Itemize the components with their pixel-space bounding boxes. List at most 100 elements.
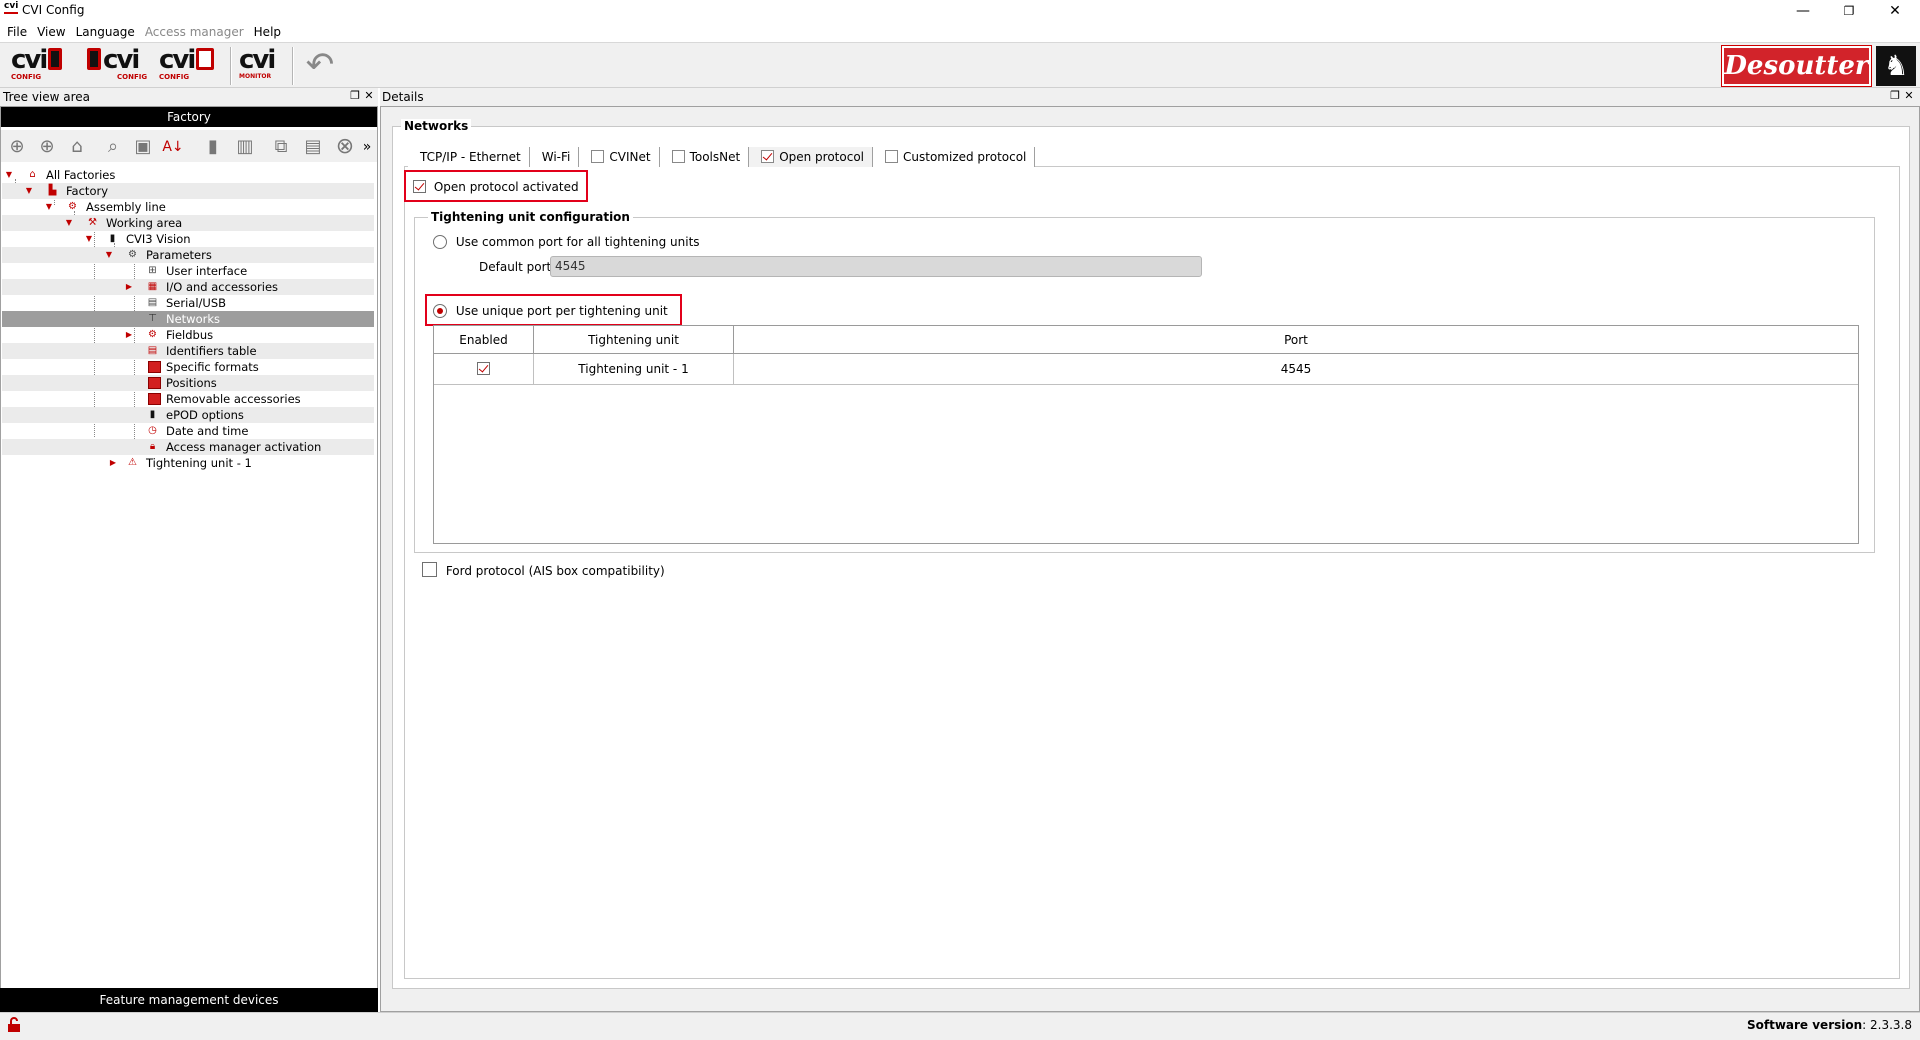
tree-item-factory[interactable]: ▼ ▙ Factory xyxy=(2,183,374,199)
sort-az-icon[interactable]: A↓ xyxy=(160,134,186,160)
open-protocol-activated-row[interactable]: Open protocol activated xyxy=(413,180,579,194)
horse-logo-icon: ♞ xyxy=(1876,46,1916,86)
tab-customized-protocol[interactable]: Customized protocol xyxy=(873,147,1036,167)
collapse-icon[interactable]: ▼ xyxy=(84,231,94,247)
collapse-icon[interactable]: ▼ xyxy=(44,199,54,215)
home-icon: ⌂ xyxy=(29,169,36,180)
tree-item-working-area[interactable]: ▼ ⚒ Working area xyxy=(2,215,374,231)
tree-item-removable-accessories[interactable]: Removable accessories xyxy=(2,391,374,407)
tree-item-assembly-line[interactable]: ▼ ⚙ Assembly line xyxy=(2,199,374,215)
menu-view[interactable]: View xyxy=(37,25,65,39)
details-close-icon[interactable]: ✕ xyxy=(1902,89,1916,103)
port-cell[interactable]: 4545 xyxy=(734,354,1858,385)
menu-file[interactable]: File xyxy=(7,25,27,39)
expand-icon[interactable]: ▶ xyxy=(124,279,134,295)
column-header-tightening-unit[interactable]: Tightening unit xyxy=(534,326,734,354)
feature-management-bar[interactable]: Feature management devices xyxy=(0,988,378,1012)
column-header-port[interactable]: Port xyxy=(734,326,1858,354)
menu-access-manager[interactable]: Access manager xyxy=(145,25,244,39)
tree-item-epod-options[interactable]: ▮ ePOD options xyxy=(2,407,374,423)
enabled-cell[interactable] xyxy=(434,354,534,385)
tab-cvinet[interactable]: CVINet xyxy=(579,147,660,167)
undo-icon[interactable]: ↶ xyxy=(300,46,340,84)
tree-close-icon[interactable]: ✕ xyxy=(362,89,376,103)
unique-port-radio[interactable] xyxy=(433,304,447,318)
fieldbus-icon: ⚙ xyxy=(148,329,157,340)
tab-checkbox[interactable] xyxy=(671,150,685,163)
menu-language[interactable]: Language xyxy=(76,25,135,39)
tree-item-positions[interactable]: Positions xyxy=(2,375,374,391)
tab-open-protocol[interactable]: Open protocol xyxy=(749,147,874,167)
tree-item-parameters[interactable]: ▼ ⚙ Parameters xyxy=(2,247,374,263)
cvi-text: cvi xyxy=(11,45,48,75)
tree-undock-icon[interactable]: ❐ xyxy=(348,89,362,103)
enabled-checkbox[interactable] xyxy=(477,362,490,375)
factory-bar: Factory xyxy=(1,107,377,127)
minimize-button[interactable]: — xyxy=(1780,0,1826,22)
collapse-icon[interactable]: ▼ xyxy=(104,247,114,263)
tree-item-all-factories[interactable]: ▼ ⌂ All Factories xyxy=(2,167,374,183)
default-port-input[interactable]: 4545 xyxy=(550,256,1202,277)
add-area-icon[interactable]: ⌂ xyxy=(64,134,90,160)
tree-item-tightening-unit-1[interactable]: ▶ ⚠ Tightening unit - 1 xyxy=(2,455,374,471)
menu-help[interactable]: Help xyxy=(254,25,281,39)
expand-icon[interactable]: ▶ xyxy=(124,327,134,343)
tree-item-specific-formats[interactable]: Specific formats xyxy=(2,359,374,375)
tree-item-io-accessories[interactable]: ▶ ▦ I/O and accessories xyxy=(2,279,374,295)
common-port-radio[interactable] xyxy=(433,235,447,249)
cvi-config-export-button[interactable]: cvi CONFIG xyxy=(86,46,156,84)
common-port-row[interactable]: Use common port for all tightening units xyxy=(433,235,700,249)
tab-checkbox[interactable] xyxy=(761,150,775,163)
tree-item-date-time[interactable]: ◷ Date and time xyxy=(2,423,374,439)
database-icon[interactable]: ▥ xyxy=(232,134,258,160)
network-icon: ⊤ xyxy=(148,313,157,324)
tightening-config-title: Tightening unit configuration xyxy=(428,210,633,224)
column-header-enabled[interactable]: Enabled xyxy=(434,326,534,354)
tab-tcp-ip-ethernet[interactable]: TCP/IP - Ethernet xyxy=(408,147,530,167)
tree-item-label: All Factories xyxy=(46,168,116,182)
tab-toolsnet[interactable]: ToolsNet xyxy=(659,147,750,167)
restore-button[interactable]: ❐ xyxy=(1826,0,1872,22)
tab-checkbox[interactable] xyxy=(591,150,605,163)
search-controller-icon[interactable]: ⌕ xyxy=(100,134,126,160)
details-undock-icon[interactable]: ❐ xyxy=(1888,89,1902,103)
tree-item-identifiers-table[interactable]: ▤ Identifiers table xyxy=(2,343,374,359)
close-button[interactable]: ✕ xyxy=(1872,0,1918,22)
add-factory-icon[interactable]: ⊕ xyxy=(4,134,30,160)
collapse-icon[interactable]: ▼ xyxy=(4,167,14,183)
default-port-label: Default port xyxy=(479,260,552,274)
add-line-icon[interactable]: ⊕ xyxy=(34,134,60,160)
tree-item-access-manager-activation[interactable]: 🔒︎ Access manager activation xyxy=(2,439,374,455)
tree-item-networks[interactable]: ⊤ Networks xyxy=(2,311,374,327)
ford-protocol-checkbox[interactable] xyxy=(422,562,437,577)
tightening-unit-cell[interactable]: Tightening unit - 1 xyxy=(534,354,734,385)
tree-item-fieldbus[interactable]: ▶ ⚙ Fieldbus xyxy=(2,327,374,343)
more-tools-icon[interactable]: » xyxy=(360,134,374,160)
expand-icon[interactable]: ▶ xyxy=(108,455,118,471)
unique-port-row[interactable]: Use unique port per tightening unit xyxy=(433,304,668,318)
collapse-icon[interactable]: ▼ xyxy=(64,215,74,231)
tree-item-user-interface[interactable]: ⊞ User interface xyxy=(2,263,374,279)
open-protocol-activated-checkbox[interactable] xyxy=(413,180,426,193)
controller-icon: ▮ xyxy=(109,233,116,244)
tree-item-cvi3-vision[interactable]: ▼ ▮ CVI3 Vision xyxy=(2,231,374,247)
cvi-monitor-button[interactable]: cvi MONITOR xyxy=(238,46,278,84)
tree-item-label: Fieldbus xyxy=(166,328,214,342)
copy-settings-icon[interactable]: ▣ xyxy=(130,134,156,160)
collapse-icon[interactable]: ▼ xyxy=(24,183,34,199)
tool-icon[interactable]: ▮ xyxy=(200,134,226,160)
tree-item-label: Date and time xyxy=(166,424,249,438)
paste-icon[interactable]: ▤ xyxy=(300,134,326,160)
tree-item-label: Removable accessories xyxy=(166,392,301,406)
tab-checkbox[interactable] xyxy=(885,150,899,163)
unlock-icon[interactable] xyxy=(6,1017,22,1033)
cvi-config-import-button[interactable]: cvi CONFIG xyxy=(10,46,82,84)
copy-icon[interactable]: ⧉ xyxy=(268,134,294,160)
tab-wifi[interactable]: Wi-Fi xyxy=(529,147,580,167)
ford-protocol-row[interactable]: Ford protocol (AIS box compatibility) xyxy=(422,562,665,578)
tab-label: CVINet xyxy=(609,150,651,164)
tree-item-serial-usb[interactable]: ▤ Serial/USB xyxy=(2,295,374,311)
version-value: : 2.3.3.8 xyxy=(1862,1018,1912,1032)
delete-icon[interactable]: ⊗ xyxy=(332,134,358,160)
cvi-config-search-button[interactable]: cvi CONFIG xyxy=(158,46,226,84)
